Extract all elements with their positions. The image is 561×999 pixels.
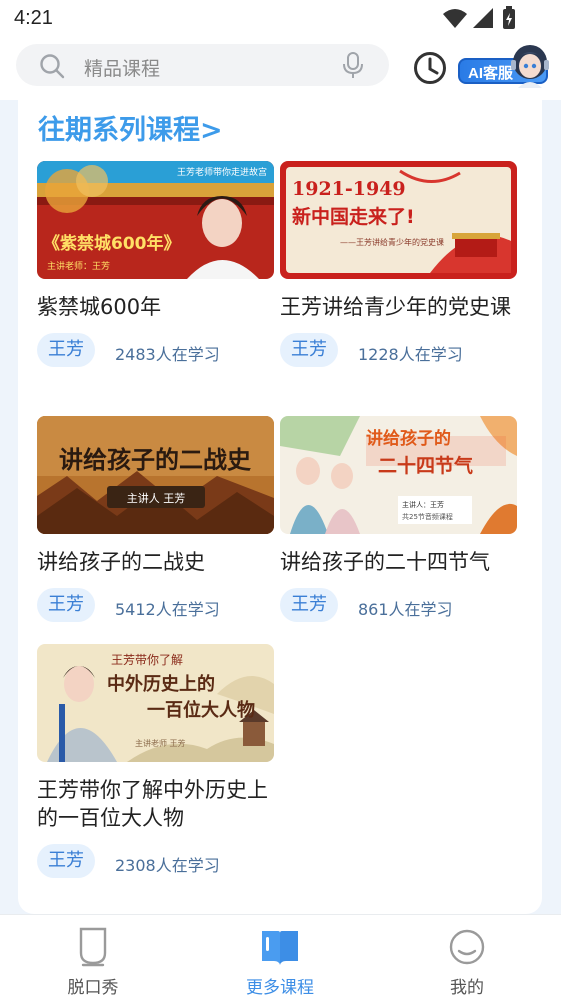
nav-item-profile[interactable]: 我的	[397, 915, 537, 999]
learner-count: 2483人在学习	[115, 345, 220, 364]
thumb-sub-text: 主讲人 王芳	[127, 491, 186, 505]
forbidden-city-thumbnail-image: 王芳老师带你走进故宫 《紫禁城600年》 主讲老师：王芳	[37, 161, 274, 279]
course-card-forbidden-city[interactable]: 王芳老师带你走进故宫 《紫禁城600年》 主讲老师：王芳 紫禁城600年 王芳 …	[37, 161, 274, 367]
ai-service-button[interactable]: AI客服	[456, 42, 552, 88]
thumb-sub2-text: 共25节音频课程	[402, 512, 453, 521]
learner-count: 5412人在学习	[115, 600, 220, 619]
course-title[interactable]: 紫禁城600年	[37, 293, 274, 321]
teacher-tag: 王芳	[37, 844, 95, 878]
course-list-card: 往期系列课程> 王芳老师带你走进故宫 《紫禁城600年》 主讲老师：王芳 紫禁城…	[18, 100, 542, 914]
course-card-solar-terms[interactable]: 讲给孩子的 二十四节气 主讲人：王芳 共25节音频课程 讲给孩子的二十四节气 王…	[280, 416, 517, 622]
solar-terms-thumbnail-image: 讲给孩子的 二十四节气 主讲人：王芳 共25节音频课程	[280, 416, 517, 534]
thumb-main-text: 新中国走来了!	[292, 205, 415, 228]
thumb-years-text: 1921-1949	[292, 178, 406, 200]
course-card-historical-figures[interactable]: 王芳带你了解 中外历史上的 一百位大人物 主讲老师 王芳 王芳带你了解中外历史上…	[37, 644, 274, 878]
book-icon	[262, 931, 298, 965]
nav-label: 我的	[450, 978, 484, 998]
course-meta: 王芳 2483人在学习	[37, 333, 274, 367]
course-title[interactable]: 讲给孩子的二十四节气	[280, 548, 517, 576]
course-meta: 王芳 5412人在学习	[37, 588, 274, 622]
historical-figures-thumbnail-image: 王芳带你了解 中外历史上的 一百位大人物 主讲老师 王芳	[37, 644, 274, 762]
talk-show-icon	[79, 927, 107, 967]
search-placeholder: 精品课程	[84, 58, 161, 80]
signal-icon	[473, 8, 493, 28]
course-meta: 王芳 2308人在学习	[37, 844, 274, 878]
learner-count: 2308人在学习	[115, 856, 220, 875]
nav-label: 脱口秀	[67, 978, 119, 998]
top-bar: 精品课程 AI客服	[0, 38, 561, 100]
bottom-nav: 脱口秀 更多课程 我的	[0, 914, 561, 999]
thumb-main-text: 《紫禁城600年》	[43, 233, 181, 254]
profile-face-icon	[449, 929, 485, 965]
thumb-line2-text: 中外历史上的	[107, 673, 215, 695]
course-card-ww2-history[interactable]: 讲给孩子的二战史 主讲人 王芳 讲给孩子的二战史 王芳 5412人在学习	[37, 416, 274, 622]
course-meta: 王芳 1228人在学习	[280, 333, 517, 367]
status-icons	[443, 6, 515, 29]
course-thumbnail[interactable]: 讲给孩子的 二十四节气 主讲人：王芳 共25节音频课程	[280, 416, 517, 534]
course-card-party-history[interactable]: 1921-1949 新中国走来了! ——王芳讲给青少年的党史课 王芳讲给青少年的…	[280, 161, 517, 367]
thumb-line1-text: 讲给孩子的	[366, 428, 451, 449]
thumb-sub-text: 主讲人：王芳	[402, 500, 444, 509]
learner-count: 861人在学习	[358, 600, 453, 619]
course-thumbnail[interactable]: 1921-1949 新中国走来了! ——王芳讲给青少年的党史课	[280, 161, 517, 279]
thumb-sub-text: 主讲老师 王芳	[135, 738, 186, 748]
teacher-tag: 王芳	[280, 333, 338, 367]
learner-count: 1228人在学习	[358, 345, 463, 364]
ww2-history-thumbnail-image: 讲给孩子的二战史 主讲人 王芳	[37, 416, 274, 534]
course-thumbnail[interactable]: 王芳带你了解 中外历史上的 一百位大人物 主讲老师 王芳	[37, 644, 274, 762]
ai-avatar-icon	[511, 45, 549, 88]
search-icon	[40, 54, 65, 79]
thumb-sub-text: ——王芳讲给青少年的党史课	[340, 237, 444, 247]
course-title[interactable]: 王芳带你了解中外历史上的一百位大人物	[37, 776, 274, 832]
thumb-main-text: 讲给孩子的二战史	[59, 446, 252, 474]
status-bar: 4:21	[0, 0, 561, 38]
history-clock-icon[interactable]	[412, 50, 448, 86]
thumb-top-text: 王芳老师带你走进故宫	[177, 166, 267, 178]
thumb-line2-text: 二十四节气	[378, 454, 473, 477]
ai-service-label: AI客服	[468, 65, 514, 82]
thumb-line3-text: 一百位大人物	[147, 699, 255, 721]
nav-item-more-courses[interactable]: 更多课程	[210, 915, 350, 999]
course-thumbnail[interactable]: 讲给孩子的二战史 主讲人 王芳	[37, 416, 274, 534]
thumb-line1-text: 王芳带你了解	[111, 653, 183, 667]
course-title[interactable]: 讲给孩子的二战史	[37, 548, 274, 576]
teacher-tag: 王芳	[37, 588, 95, 622]
thumb-sub-text: 主讲老师：王芳	[47, 260, 110, 272]
teacher-tag: 王芳	[37, 333, 95, 367]
section-title[interactable]: 往期系列课程>	[38, 108, 223, 147]
teacher-tag: 王芳	[280, 588, 338, 622]
course-meta: 王芳 861人在学习	[280, 588, 517, 622]
nav-label: 更多课程	[246, 978, 314, 998]
party-history-thumbnail-image: 1921-1949 新中国走来了! ——王芳讲给青少年的党史课	[280, 161, 517, 279]
search-input[interactable]: 精品课程	[16, 44, 389, 86]
wifi-icon	[443, 9, 467, 28]
course-thumbnail[interactable]: 王芳老师带你走进故宫 《紫禁城600年》 主讲老师：王芳	[37, 161, 274, 279]
microphone-icon[interactable]	[341, 51, 365, 79]
course-title[interactable]: 王芳讲给青少年的党史课	[280, 293, 517, 321]
nav-item-talk-show[interactable]: 脱口秀	[23, 915, 163, 999]
status-time: 4:21	[14, 7, 53, 29]
